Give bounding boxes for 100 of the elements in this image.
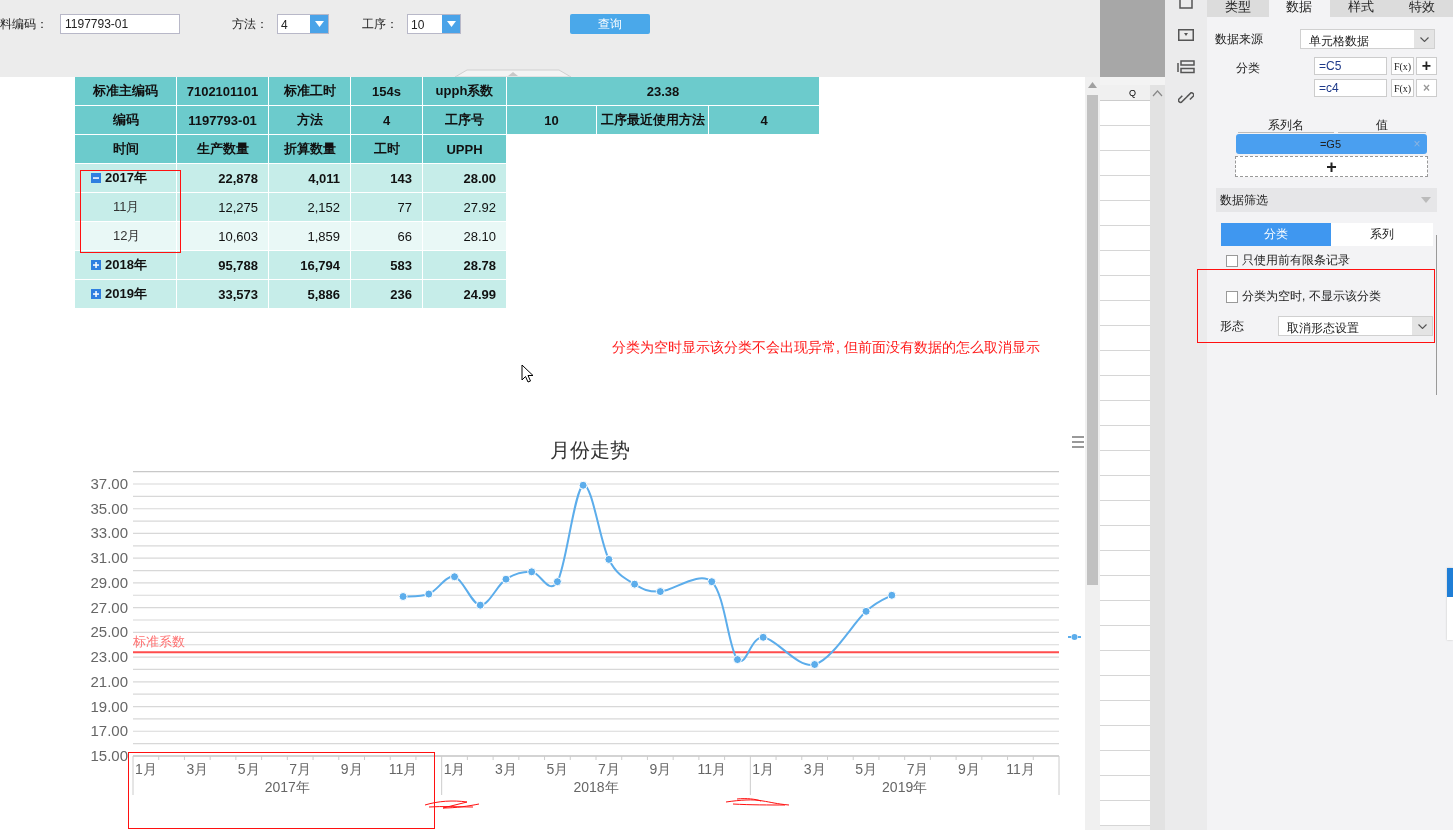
row-label: 2017年: [105, 169, 147, 187]
spreadsheet-cell[interactable]: [1100, 451, 1150, 476]
axis-label: 29.00: [90, 573, 128, 591]
data-point: [398, 592, 408, 601]
spreadsheet-cell[interactable]: [1100, 401, 1150, 426]
spreadsheet-cell[interactable]: [1100, 276, 1150, 301]
panel-tab[interactable]: 样式: [1330, 0, 1392, 17]
table-cell[interactable]: 2019年: [75, 280, 176, 308]
spreadsheet-cell[interactable]: [1100, 751, 1150, 776]
expand-icon[interactable]: [91, 289, 101, 299]
dropdown-field[interactable]: 10: [407, 14, 461, 34]
data-point: [450, 572, 460, 582]
form-icon[interactable]: [1177, 60, 1195, 74]
caret-down-icon[interactable]: [1421, 197, 1431, 203]
spreadsheet-cell[interactable]: [1100, 501, 1150, 526]
data-point: [578, 480, 588, 490]
formula-text: =G5: [1318, 138, 1343, 150]
collapse-icon[interactable]: [91, 173, 101, 183]
formula-field[interactable]: =c4: [1314, 79, 1387, 97]
spreadsheet-cell[interactable]: [1100, 126, 1150, 151]
scrollbar[interactable]: [1085, 77, 1100, 830]
checkbox[interactable]: [1226, 254, 1238, 267]
panel-tab[interactable]: 类型: [1207, 0, 1269, 17]
field-label: 工序：: [362, 15, 399, 33]
scroll-up-icon[interactable]: [1152, 90, 1163, 97]
table-cell: 33,573: [177, 280, 268, 308]
column-header: 值: [1338, 118, 1426, 133]
spreadsheet-cell[interactable]: [1100, 101, 1150, 126]
scribble-mark: [423, 798, 481, 810]
column-header: 工时: [351, 135, 422, 163]
column-header: 系列名: [1238, 118, 1334, 133]
spreadsheet-cell[interactable]: [1100, 651, 1150, 676]
table-cell: 66: [351, 222, 422, 250]
text-field[interactable]: 1197793-01: [60, 14, 180, 34]
spreadsheet-cell[interactable]: [1100, 351, 1150, 376]
side-tab[interactable]: [1447, 568, 1453, 640]
spreadsheet-cell[interactable]: [1100, 526, 1150, 551]
axis-label: 5月: [855, 761, 877, 777]
spreadsheet-cell[interactable]: [1100, 426, 1150, 451]
scrollbar-thumb[interactable]: [1087, 95, 1098, 585]
spreadsheet-cell[interactable]: [1100, 301, 1150, 326]
spreadsheet-cell[interactable]: [1100, 551, 1150, 576]
add-button[interactable]: +: [1416, 57, 1437, 75]
axis-label: 31.00: [90, 549, 128, 567]
spreadsheet-cell[interactable]: [1100, 176, 1150, 201]
axis-label: 17.00: [90, 722, 128, 740]
spreadsheet-cell[interactable]: [1100, 676, 1150, 701]
spreadsheet-cell[interactable]: [1100, 701, 1150, 726]
panel-tab[interactable]: 特效: [1391, 0, 1453, 17]
table-cell: 77: [351, 193, 422, 221]
header-cell: 标准主编码: [75, 77, 176, 105]
spreadsheet-cell[interactable]: [1100, 576, 1150, 601]
row-label: 2018年: [105, 256, 147, 274]
axis-label: 1月: [752, 761, 775, 777]
table-cell: 10: [507, 106, 596, 134]
spreadsheet-cell[interactable]: [1100, 476, 1150, 501]
checkbox[interactable]: [1226, 290, 1238, 303]
formula-button[interactable]: F(x): [1391, 57, 1414, 75]
dropdown-field[interactable]: 4: [277, 14, 329, 34]
spreadsheet-cell[interactable]: [1100, 326, 1150, 351]
spreadsheet-cell[interactable]: [1100, 226, 1150, 251]
legend-marker-icon[interactable]: [1067, 634, 1082, 640]
dropdown-field[interactable]: 取消形态设置: [1278, 316, 1433, 336]
spreadsheet-cell[interactable]: [1100, 201, 1150, 226]
frame-icon[interactable]: [1178, 0, 1194, 9]
formula-button[interactable]: F(x): [1391, 79, 1414, 97]
spreadsheet-cell[interactable]: [1100, 601, 1150, 626]
link-icon[interactable]: [1178, 90, 1194, 106]
table-cell[interactable]: 2017年: [75, 164, 176, 192]
axis-label: 11月: [388, 761, 418, 777]
panel-tab[interactable]: 数据: [1268, 0, 1330, 17]
series-row[interactable]: =G5 ×: [1236, 134, 1427, 154]
spreadsheet-cell[interactable]: [1100, 376, 1150, 401]
caret-icon: [314, 21, 324, 27]
spreadsheet-cell[interactable]: [1100, 151, 1150, 176]
scroll-up-icon[interactable]: [1088, 82, 1097, 88]
spreadsheet-cell[interactable]: [1100, 776, 1150, 801]
add-series-button[interactable]: +: [1235, 156, 1428, 177]
menu-icon[interactable]: [1072, 436, 1084, 448]
dropdown-box-icon[interactable]: [1178, 29, 1194, 41]
table-cell: 5,886: [269, 280, 350, 308]
data-point: [758, 632, 768, 642]
expand-icon[interactable]: [91, 260, 101, 270]
chevron-down-icon: [1417, 323, 1427, 329]
axis-label: 2017年: [264, 779, 310, 795]
scrollbar[interactable]: [1150, 85, 1165, 830]
spreadsheet-cell[interactable]: [1100, 726, 1150, 751]
data-point: [604, 554, 614, 564]
dropdown-field[interactable]: 单元格数据: [1300, 29, 1435, 49]
header-cell: 标准工时: [269, 77, 350, 105]
table-cell[interactable]: 2018年: [75, 251, 176, 279]
chevron-down-icon: [1419, 36, 1429, 42]
spreadsheet-cell[interactable]: [1100, 626, 1150, 651]
segment-tab[interactable]: 系列: [1331, 223, 1433, 246]
section-header[interactable]: 数据筛选: [1216, 188, 1437, 212]
axis-label: 9月: [649, 761, 672, 777]
spreadsheet-cell[interactable]: [1100, 801, 1150, 826]
spreadsheet-cell[interactable]: [1100, 251, 1150, 276]
formula-field[interactable]: =C5: [1314, 57, 1387, 75]
collapse-handle[interactable]: [455, 69, 571, 77]
